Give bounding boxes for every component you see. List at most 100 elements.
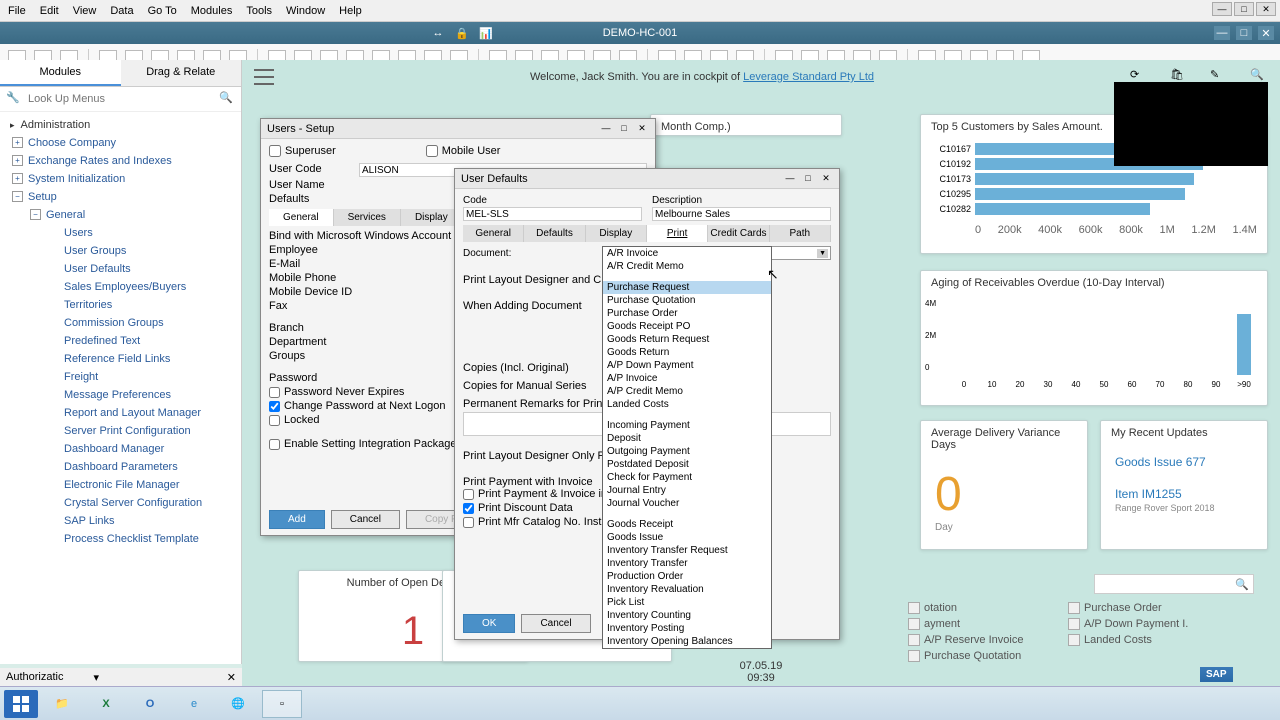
win-close[interactable]: ✕ [819, 173, 833, 185]
taskbar-explorer[interactable]: 📁 [42, 690, 82, 718]
dropdown-option[interactable]: Production Order [603, 570, 771, 583]
dropdown-option[interactable]: Purchase Quotation [603, 294, 771, 307]
tab-credit-cards[interactable]: Credit Cards [708, 225, 769, 242]
superuser-checkbox[interactable]: Superuser [269, 145, 336, 157]
dropdown-option[interactable]: Journal Entry [603, 484, 771, 497]
tab-general[interactable]: General [463, 225, 524, 242]
global-search[interactable]: 🔍 [1094, 574, 1254, 594]
dropdown-option[interactable]: Purchase Request [603, 281, 771, 294]
menu-file[interactable]: File [8, 5, 26, 17]
tree-item[interactable]: Process Checklist Template [0, 530, 241, 548]
tree-item[interactable]: SAP Links [0, 512, 241, 530]
taskbar-sap[interactable]: ▫ [262, 690, 302, 718]
dropdown-option[interactable]: Goods Return Request [603, 333, 771, 346]
tab-services[interactable]: Services [334, 209, 401, 226]
code-input[interactable] [463, 207, 642, 221]
win-close[interactable]: ✕ [635, 123, 649, 135]
start-button[interactable] [4, 690, 38, 718]
tree-item[interactable]: User Defaults [0, 260, 241, 278]
ok-button[interactable]: OK [463, 614, 515, 633]
tree-item[interactable]: Report and Layout Manager [0, 404, 241, 422]
dropdown-option[interactable]: A/P Down Payment [603, 359, 771, 372]
tree-item[interactable]: Users [0, 224, 241, 242]
add-button[interactable]: Add [269, 510, 325, 529]
dropdown-option[interactable]: Inventory Counting [603, 609, 771, 622]
tab-drag-relate[interactable]: Drag & Relate [121, 60, 242, 86]
tab-modules[interactable]: Modules [0, 60, 121, 86]
outer-close[interactable]: ✕ [1256, 2, 1276, 16]
dropdown-option[interactable]: Goods Receipt [603, 518, 771, 531]
tree-item[interactable]: User Groups [0, 242, 241, 260]
dropdown-option[interactable]: Inventory Revaluation [603, 583, 771, 596]
tree-item[interactable]: Reference Field Links [0, 350, 241, 368]
dropdown-option[interactable]: Inventory Transfer Request [603, 544, 771, 557]
tab-display[interactable]: Display [586, 225, 647, 242]
cancel-button[interactable]: Cancel [331, 510, 400, 529]
tree-item[interactable]: Message Preferences [0, 386, 241, 404]
tree-item[interactable]: Territories [0, 296, 241, 314]
win-minimize[interactable]: — [599, 123, 613, 135]
tree-item[interactable]: Predefined Text [0, 332, 241, 350]
tree-item[interactable]: Dashboard Parameters [0, 458, 241, 476]
shortcut-item[interactable]: Purchase Order [1068, 602, 1208, 614]
tree-item[interactable]: Server Print Configuration [0, 422, 241, 440]
dropdown-option[interactable]: Journal Voucher [603, 497, 771, 510]
dropdown-option[interactable]: Outgoing Payment [603, 445, 771, 458]
taskbar-outlook[interactable]: O [130, 690, 170, 718]
shortcut-item[interactable]: otation [908, 602, 1048, 614]
hamburger-icon[interactable] [254, 69, 274, 85]
dropdown-option[interactable]: Goods Receipt PO [603, 320, 771, 333]
menu-help[interactable]: Help [339, 5, 362, 17]
outer-maximize[interactable]: □ [1234, 2, 1254, 16]
tab-print[interactable]: Print [647, 225, 708, 242]
dropdown-option[interactable]: Pick List [603, 596, 771, 609]
menu-tools[interactable]: Tools [246, 5, 272, 17]
menu-goto[interactable]: Go To [148, 5, 177, 17]
dropdown-option[interactable]: Incoming Payment [603, 419, 771, 432]
tree-item[interactable]: Dashboard Manager [0, 440, 241, 458]
tree-item[interactable]: −General [0, 206, 241, 224]
update-link[interactable]: Goods Issue 677 [1101, 445, 1267, 469]
tree-item[interactable]: Electronic File Manager [0, 476, 241, 494]
tree-item[interactable]: Commission Groups [0, 314, 241, 332]
dropdown-option[interactable]: Deposit [603, 432, 771, 445]
wrench-icon[interactable]: 🔧 [6, 91, 22, 107]
update-link[interactable]: Item IM1255 [1101, 469, 1267, 501]
tree-item[interactable]: +System Initialization [0, 170, 241, 188]
mobile-user-checkbox[interactable]: Mobile User [426, 145, 501, 157]
tree-administration[interactable]: Administration [0, 116, 241, 134]
tree-item[interactable]: Sales Employees/Buyers [0, 278, 241, 296]
tree-item[interactable]: +Choose Company [0, 134, 241, 152]
tree-item[interactable]: −Setup [0, 188, 241, 206]
document-dropdown-list[interactable]: A/R InvoiceA/R Credit MemoPurchase Reque… [602, 246, 772, 649]
outer-minimize[interactable]: — [1212, 2, 1232, 16]
tree-item[interactable]: Freight [0, 368, 241, 386]
shortcut-item[interactable]: ayment [908, 618, 1048, 630]
taskbar-chrome[interactable]: 🌐 [218, 690, 258, 718]
menu-modules[interactable]: Modules [191, 5, 233, 17]
win-maximize[interactable]: □ [617, 123, 631, 135]
cancel-button[interactable]: Cancel [521, 614, 590, 633]
tab-path[interactable]: Path [770, 225, 831, 242]
menu-edit[interactable]: Edit [40, 5, 59, 17]
shortcut-item[interactable]: A/P Reserve Invoice [908, 634, 1048, 646]
shortcut-item[interactable]: Landed Costs [1068, 634, 1208, 646]
taskbar-ie[interactable]: e [174, 690, 214, 718]
desc-input[interactable] [652, 207, 831, 221]
win-close[interactable]: ✕ [1258, 26, 1274, 40]
dropdown-option[interactable]: Purchase Order [603, 307, 771, 320]
tree-item[interactable]: +Exchange Rates and Indexes [0, 152, 241, 170]
taskbar-excel[interactable]: X [86, 690, 126, 718]
shortcut-item[interactable]: A/P Down Payment I. [1068, 618, 1208, 630]
win-minimize[interactable]: — [783, 173, 797, 185]
tab-general[interactable]: General [269, 209, 334, 226]
status-dropdown-icon[interactable]: ▾ [93, 671, 99, 684]
dropdown-option[interactable]: A/R Invoice [603, 247, 771, 260]
win-maximize[interactable]: □ [1236, 26, 1252, 40]
tab-defaults[interactable]: Defaults [524, 225, 585, 242]
search-input[interactable] [28, 93, 219, 105]
win-minimize[interactable]: — [1214, 26, 1230, 40]
menu-window[interactable]: Window [286, 5, 325, 17]
dropdown-option[interactable]: A/P Invoice [603, 372, 771, 385]
win-maximize[interactable]: □ [801, 173, 815, 185]
